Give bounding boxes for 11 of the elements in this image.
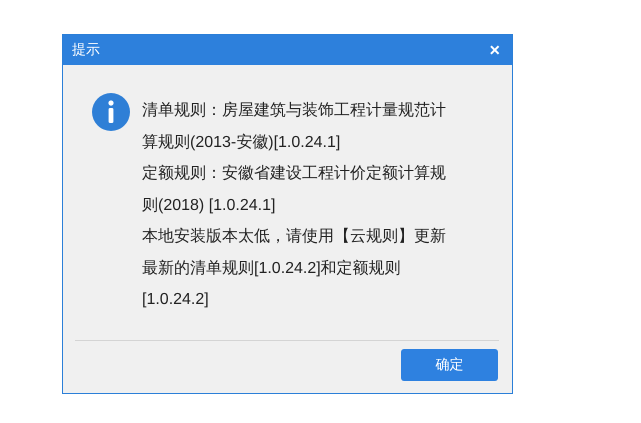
info-icon bbox=[92, 93, 130, 131]
message-line: 定额规则：安徽省建设工程计价定额计算规 bbox=[142, 164, 446, 184]
close-button[interactable]: × bbox=[487, 41, 502, 59]
ok-button[interactable]: 确定 bbox=[401, 349, 498, 381]
message-line: 算规则(2013-安徽)[1.0.24.1] bbox=[142, 132, 342, 152]
window-title: 提示 bbox=[72, 41, 100, 59]
message-line: 则(2018) [1.0.24.1] bbox=[142, 196, 276, 216]
message-line: 最新的清单规则[1.0.24.2]和定额规则 bbox=[142, 258, 402, 278]
message-line: 本地安装版本太低，请使用【云规则】更新 bbox=[142, 226, 446, 247]
message-line: 清单规则：房屋建筑与装饰工程计量规范计 bbox=[142, 100, 446, 121]
message-line: [1.0.24.2] bbox=[142, 290, 210, 310]
